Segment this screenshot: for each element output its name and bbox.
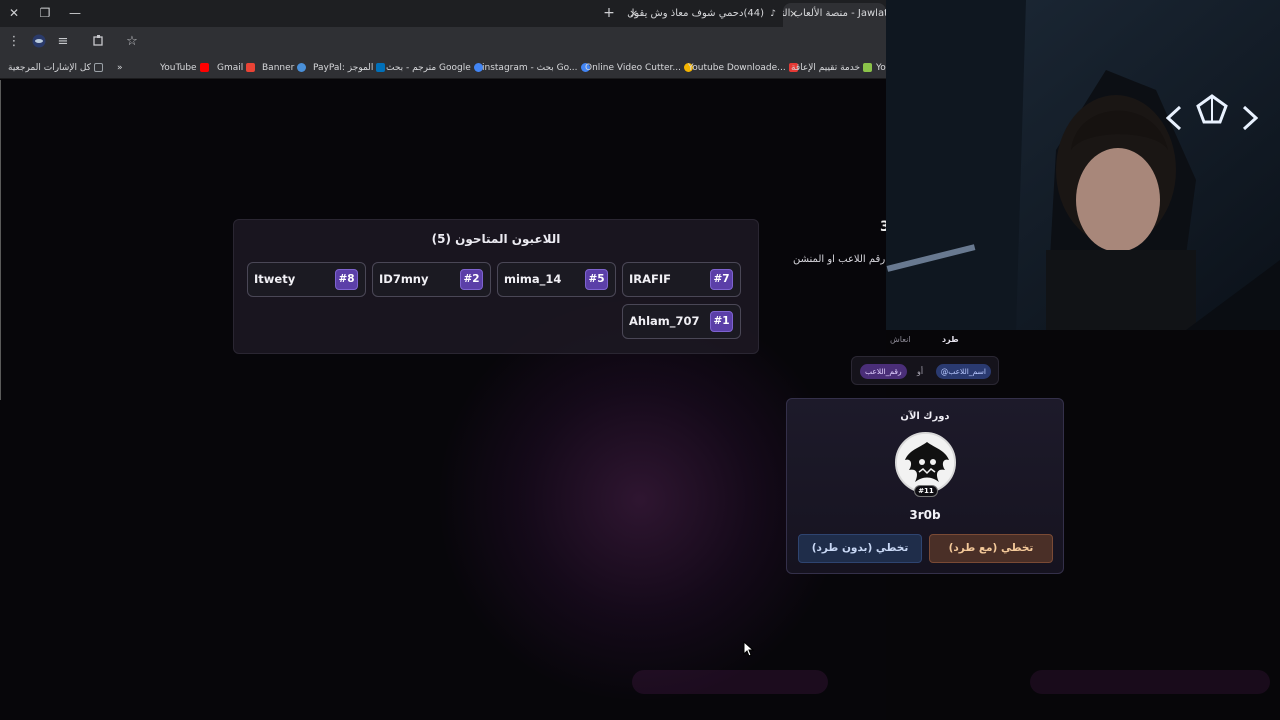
player-number-badge: #11 <box>914 485 938 497</box>
new-tab-button[interactable]: + <box>600 5 618 22</box>
bookmark-disability[interactable]: خدمة تقييم الإعاقة <box>791 60 875 76</box>
bookmark-paypal[interactable]: PayPal: الموجز <box>313 60 388 76</box>
panel-title: اللاعبون المتاحون (5) <box>431 232 561 246</box>
current-player-name: 3r0b <box>909 508 941 522</box>
bookmark-all[interactable]: كل الإشارات المرجعية <box>8 60 106 76</box>
bookmark-label: كل الإشارات المرجعية <box>8 63 91 73</box>
extensions-icon[interactable] <box>91 34 107 50</box>
bookmark-label: Online Video Cutter... <box>585 63 682 73</box>
tiktok-icon: ♪ <box>770 9 776 19</box>
avatar <box>895 432 956 493</box>
bookmark-translate[interactable]: مترجم - بحث Google <box>386 60 486 76</box>
tab-tiktok[interactable]: × (44)دحمي شوف معاذ وش يقول ♪ <box>625 3 780 27</box>
media-control-icon[interactable]: ≡ <box>55 34 71 50</box>
player-chip[interactable]: Itwety #8 <box>247 262 366 297</box>
game-page: اللاعبون المتاحون (5) IRAFIF #7 mima_14 … <box>0 80 886 720</box>
player-name: IRAFIF <box>629 272 672 286</box>
mouse-cursor-icon <box>743 641 755 657</box>
webcam-streamer-image <box>886 0 1280 330</box>
pill-or: أو <box>917 367 924 376</box>
player-number-badge: #8 <box>335 269 358 290</box>
pill-name: @اسم_اللاعب <box>935 364 991 379</box>
bookmarks-bar: كل الإشارات المرجعية » YouTube Gmail Ban… <box>0 57 886 79</box>
bookmark-youtube[interactable]: YouTube <box>160 60 212 76</box>
player-name: Itwety <box>254 272 296 286</box>
tab-kick[interactable]: طرد <box>942 335 959 344</box>
bookmark-label: خدمة تقييم الإعاقة <box>791 63 861 73</box>
bookmark-label: مترجم - بحث Google <box>386 63 471 73</box>
bookmark-label: Banner <box>262 63 295 73</box>
player-name: mima_14 <box>504 272 562 286</box>
bookmark-label: YouTube <box>160 63 197 73</box>
player-chip[interactable]: ID7mny #2 <box>372 262 491 297</box>
browser-titlebar: ✕ ❐ — + × (44)دحمي شوف معاذ وش يقول ♪ × … <box>0 0 886 27</box>
profile-icon[interactable] <box>31 34 47 50</box>
player-chip[interactable]: IRAFIF #7 <box>622 262 741 297</box>
menu-icon[interactable]: ⋮ <box>7 34 21 50</box>
window-restore-button[interactable]: ❐ <box>36 5 54 22</box>
bookmark-video-cutter[interactable]: Online Video Cutter... <box>585 60 696 76</box>
bookmark-label: PayPal: الموجز <box>313 63 374 73</box>
gmail-icon <box>246 63 256 72</box>
player-number-badge: #7 <box>710 269 733 290</box>
bookmarks-more-button[interactable]: » <box>117 60 123 76</box>
bookmark-label: Gmail <box>217 63 244 73</box>
browser-toolbar: ⋮ ≡ ☆ <box>0 27 886 57</box>
paypal-icon <box>376 63 386 72</box>
window-close-button[interactable]: ✕ <box>5 5 23 22</box>
tab-jawlat[interactable]: × Jawlat - منصة الألعاب التفاعلية <box>783 3 886 27</box>
pill-number: رقم_اللاعب <box>860 364 907 379</box>
available-players-panel: اللاعبون المتاحون (5) IRAFIF #7 mima_14 … <box>233 219 759 354</box>
tab-title: Jawlat - منصة الألعاب التفاعلية <box>783 8 886 19</box>
faint-bottom-bar <box>632 670 828 694</box>
skip-with-kick-button[interactable]: تخطي (مع طرد) <box>929 534 1053 563</box>
banner-icon <box>297 63 307 72</box>
bookmark-label: instagram - بحث Go... <box>482 63 578 73</box>
page-edge-line <box>0 80 1 400</box>
webcam-overlay <box>886 0 1280 330</box>
player-number-badge: #1 <box>710 311 733 332</box>
player-name: Ahlam_707 <box>629 314 700 328</box>
skip-without-kick-button[interactable]: تخطي (بدون طرد) <box>798 534 922 563</box>
player-chip[interactable]: Ahlam_707 #1 <box>622 304 741 339</box>
tab-revive[interactable]: انعاش <box>890 335 911 344</box>
tab-title: (44)دحمي شوف معاذ وش يقول <box>627 8 764 19</box>
hint-text: رقم اللاعب او المنشن <box>793 254 886 265</box>
bookmark-gmail[interactable]: Gmail <box>217 60 258 76</box>
faint-bottom-bar <box>1030 670 1270 694</box>
youtube-icon <box>199 63 209 72</box>
window-minimize-button[interactable]: — <box>66 5 84 22</box>
bookmark-label: Youtube Downloade... <box>688 63 786 73</box>
player-chip[interactable]: mima_14 #5 <box>497 262 616 297</box>
bookmark-yo[interactable]: Yo <box>876 60 886 76</box>
bookmark-star-icon[interactable]: ☆ <box>124 34 140 50</box>
player-number-badge: #5 <box>585 269 608 290</box>
turn-title: دورك الآن <box>900 411 950 422</box>
player-name: ID7mny <box>379 272 429 286</box>
mention-format-hint: @اسم_اللاعب أو رقم_اللاعب <box>851 356 999 385</box>
current-turn-card: دورك الآن #11 3r0b تخطي (مع طرد) تخطي (ب… <box>786 398 1064 574</box>
bookmark-yt-downloader[interactable]: Youtube Downloade... <box>688 60 801 76</box>
player-number-badge: #2 <box>460 269 483 290</box>
service-icon <box>863 63 873 72</box>
folder-icon <box>93 63 103 72</box>
neon-logo-icon <box>1166 94 1258 131</box>
bookmark-banner[interactable]: Banner <box>262 60 309 76</box>
bookmark-instagram[interactable]: instagram - بحث Go... <box>482 60 593 76</box>
